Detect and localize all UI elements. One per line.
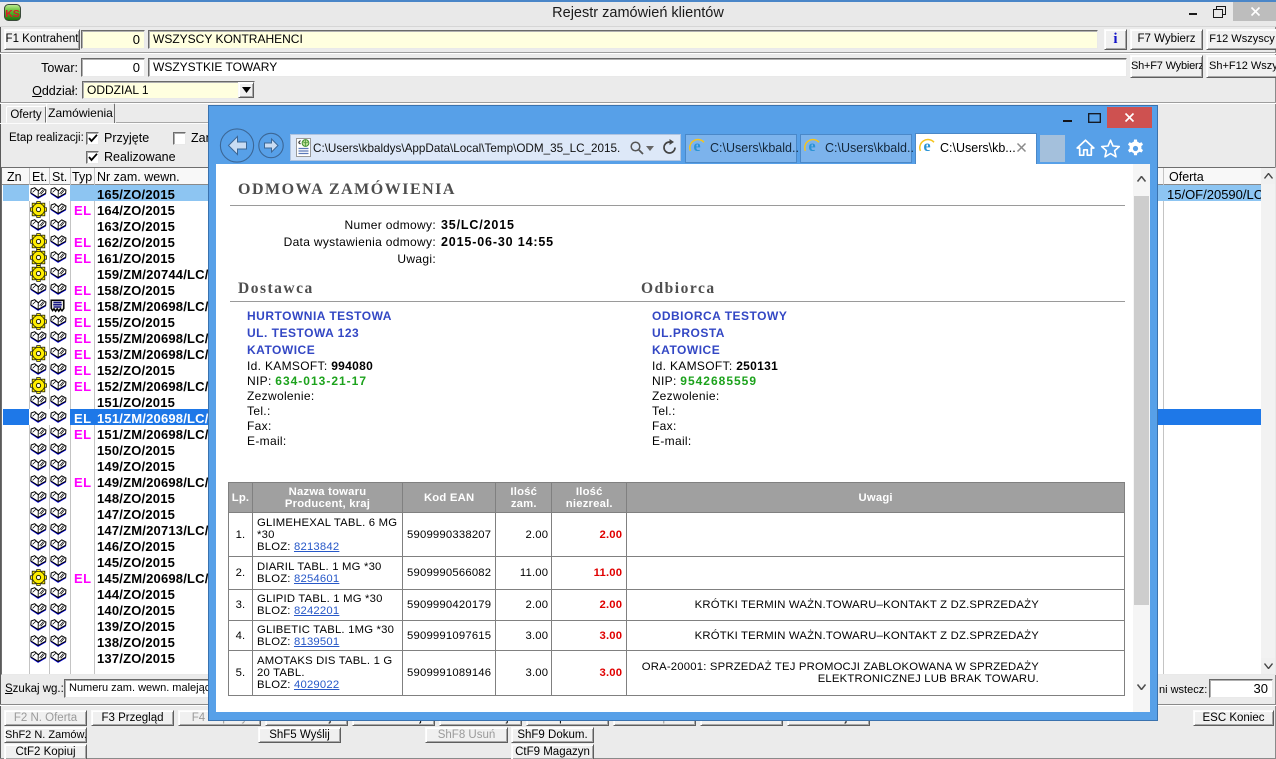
svg-text:e: e (923, 138, 930, 154)
svg-text:e: e (808, 138, 815, 154)
svg-text:e: e (693, 138, 700, 154)
